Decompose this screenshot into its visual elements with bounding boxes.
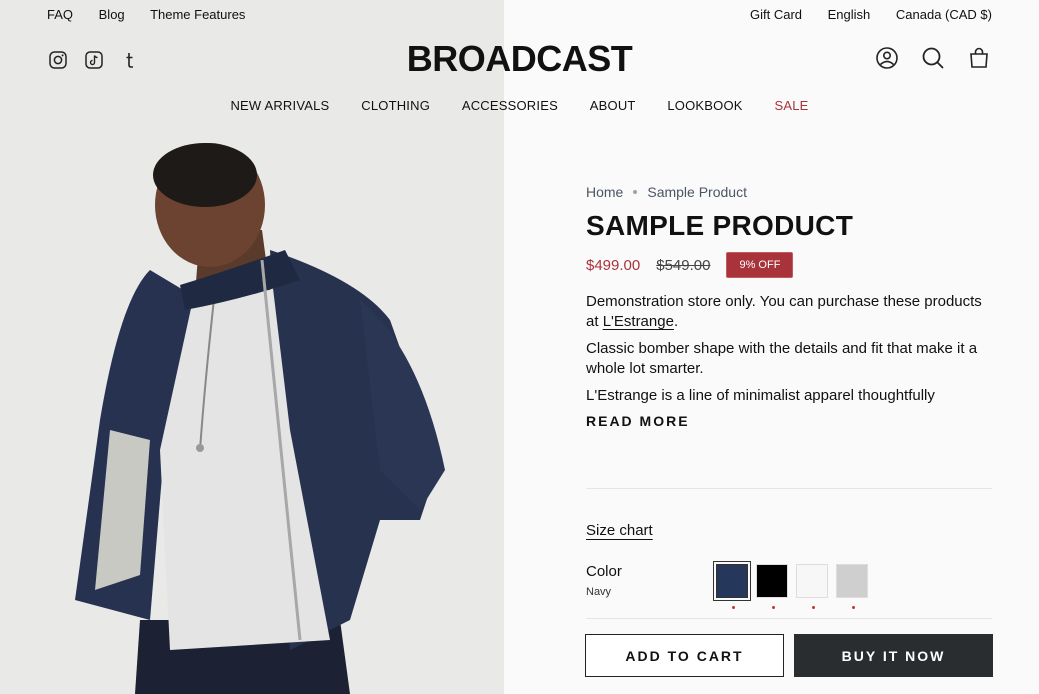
utility-link-gift-card[interactable]: Gift Card — [750, 7, 802, 22]
section-divider — [586, 618, 992, 619]
nav-item-about[interactable]: ABOUT — [590, 98, 636, 113]
buy-now-button[interactable]: BUY IT NOW — [794, 634, 993, 677]
product-description: Demonstration store only. You can purcha… — [586, 292, 992, 406]
color-swatches — [713, 561, 868, 609]
color-option-label: Color — [586, 563, 622, 580]
swatch-navy[interactable] — [713, 561, 751, 609]
discount-badge: 9% OFF — [726, 252, 794, 278]
utility-link-theme-features[interactable]: Theme Features — [150, 7, 245, 22]
utility-nav-right: Gift Card English Canada (CAD $) — [728, 7, 992, 22]
add-to-cart-button[interactable]: ADD TO CART — [585, 634, 784, 677]
compare-price: $549.00 — [656, 256, 711, 274]
header-actions — [875, 46, 991, 70]
section-divider — [586, 488, 992, 489]
cart-icon[interactable] — [967, 46, 991, 70]
search-icon[interactable] — [921, 46, 945, 70]
breadcrumb-home[interactable]: Home — [586, 184, 623, 200]
read-more-button[interactable]: READ MORE — [586, 413, 992, 429]
language-selector[interactable]: English — [828, 7, 871, 22]
nav-item-clothing[interactable]: CLOTHING — [361, 98, 430, 113]
swatch-indicator — [772, 606, 775, 609]
utility-nav-left: FAQ Blog Theme Features — [47, 7, 267, 22]
lestrange-link[interactable]: L'Estrange — [603, 313, 674, 330]
price-row: $499.00 $549.00 9% OFF — [586, 252, 992, 278]
breadcrumb-current: Sample Product — [647, 184, 747, 200]
product-title: SAMPLE PRODUCT — [586, 210, 854, 241]
currency-selector[interactable]: Canada (CAD $) — [896, 7, 992, 22]
nav-item-lookbook[interactable]: LOOKBOOK — [667, 98, 742, 113]
nav-item-accessories[interactable]: ACCESSORIES — [462, 98, 558, 113]
swatch-indicator — [812, 606, 815, 609]
swatch-black[interactable] — [756, 564, 788, 609]
account-icon[interactable] — [875, 46, 899, 70]
breadcrumb-separator — [633, 190, 638, 194]
description-text-end: . — [673, 313, 679, 330]
description-paragraph-1: Demonstration store only. You can purcha… — [586, 292, 992, 332]
nav-item-sale[interactable]: SALE — [774, 98, 808, 113]
breadcrumb: Home Sample Product — [586, 184, 992, 200]
description-paragraph-3: L'Estrange is a line of minimalist appar… — [586, 387, 935, 404]
swatch-indicator — [852, 606, 855, 609]
swatch-grey[interactable] — [836, 564, 868, 609]
utility-link-blog[interactable]: Blog — [99, 7, 125, 22]
sale-price: $499.00 — [586, 256, 641, 274]
selected-color-value: Navy — [586, 586, 612, 598]
main-nav: NEW ARRIVALS CLOTHING ACCESSORIES ABOUT … — [0, 98, 1039, 113]
swatch-white[interactable] — [796, 564, 828, 609]
description-paragraph-2: Classic bomber shape with the details an… — [586, 340, 978, 377]
utility-link-faq[interactable]: FAQ — [47, 7, 73, 22]
product-details: Home Sample Product SAMPLE PRODUCT $499.… — [586, 184, 992, 429]
size-chart-link[interactable]: Size chart — [586, 522, 653, 539]
swatch-indicator — [732, 606, 735, 609]
nav-item-new-arrivals[interactable]: NEW ARRIVALS — [230, 98, 329, 113]
